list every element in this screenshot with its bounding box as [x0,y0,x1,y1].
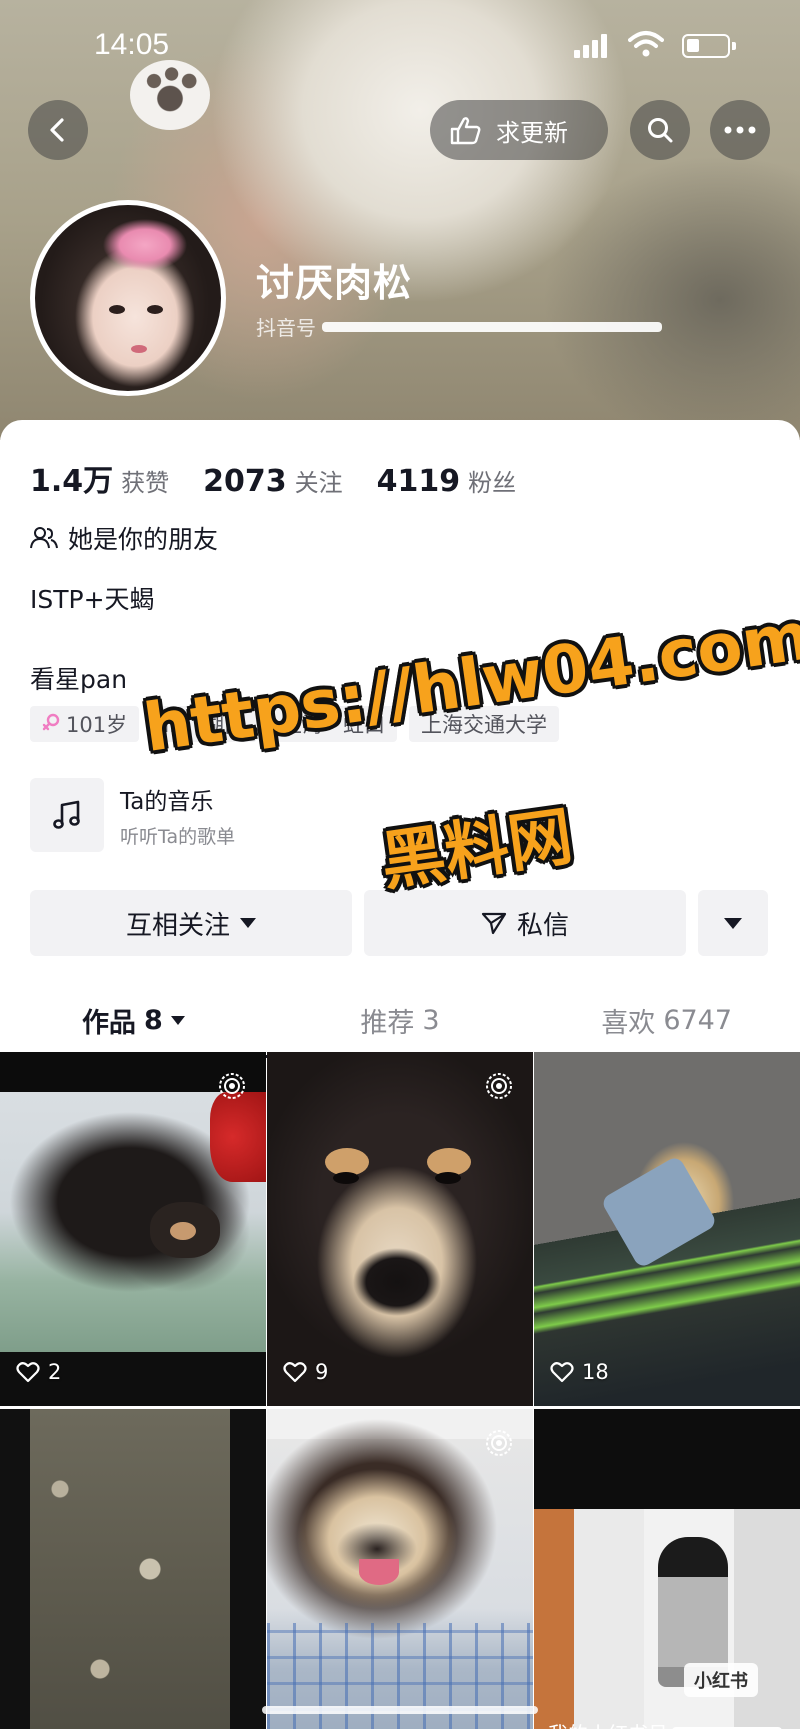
tab-label: 喜欢 [601,1007,656,1039]
tag-text: 上海 · 虹口 [280,713,385,737]
stat-value: 2073 [203,464,287,499]
live-photo-icon [486,1073,512,1099]
music-subtitle: 听听Ta的歌单 [120,825,236,848]
female-icon [42,713,60,731]
account-id-prefix: 抖音号 [256,316,316,340]
music-title: Ta的音乐 [120,788,214,815]
tag-text: 上海交通大学 [420,713,547,737]
tag-text: 101岁 [66,713,128,737]
music-entry[interactable]: Ta的音乐 听听Ta的歌单 [30,778,235,852]
triangle-down-icon [240,918,256,928]
message-label: 私信 [516,910,569,941]
status-bar: 14:05 [0,0,800,90]
video-grid: 2 9 18 小红书 我的小红书号 [0,1052,800,1729]
heart-icon [550,1362,574,1383]
tag-text: IP：湖南 [163,713,245,737]
home-indicator[interactable] [262,1706,538,1714]
stat-following[interactable]: 2073 关注 [203,463,343,499]
message-button[interactable]: 私信 [364,890,686,956]
video-thumbnail[interactable]: 小红书 我的小红书号 [534,1409,800,1729]
tag-location: 上海 · 虹口 [268,706,397,742]
mutual-follow-button[interactable]: 互相关注 [30,890,352,956]
video-thumbnail[interactable]: 9 [267,1052,533,1406]
stat-followers[interactable]: 4119 粉丝 [377,463,517,499]
video-thumbnail[interactable]: 2 [0,1052,266,1406]
search-button[interactable] [630,100,690,160]
video-thumbnail[interactable] [267,1409,533,1729]
video-thumbnail[interactable]: 18 [534,1052,800,1406]
stat-label: 粉丝 [468,469,517,497]
tab-label: 推荐 [360,1007,415,1039]
live-photo-icon [219,1073,245,1099]
video-likes: 2 [16,1360,61,1384]
stat-label: 关注 [294,469,343,497]
profile-tags: 101岁 IP：湖南 上海 · 虹口 上海交通大学 [30,706,559,742]
live-photo-icon [486,1430,512,1456]
tab-works[interactable]: 作品 8 [0,988,267,1058]
heart-icon [16,1362,40,1383]
triangle-down-icon [724,917,742,929]
triangle-down-icon [170,1015,185,1025]
more-dots-icon [724,126,756,134]
tag-ip: IP：湖南 [151,706,257,742]
more-button[interactable] [710,100,770,160]
profile-nickname: 讨厌肉松 [256,261,413,305]
search-icon [648,118,673,143]
bio-line-2: 看星pan [30,665,128,694]
friend-relation: 她是你的朋友 [30,520,218,556]
friends-icon [30,527,58,549]
request-update-label: 求更新 [496,118,568,147]
mutual-follow-label: 互相关注 [125,910,230,941]
bio-line-1: ISTP+天蝎 [30,585,155,614]
hand-point-icon [450,117,481,145]
request-update-button[interactable]: 求更新 [430,100,608,160]
video-thumbnail[interactable] [0,1409,266,1729]
heart-icon [283,1362,307,1383]
video-likes: 18 [550,1360,609,1384]
account-id-row: 抖音号 [256,312,662,341]
tab-count: 6747 [663,1004,733,1036]
video-likes: 9 [283,1360,328,1384]
stat-likes[interactable]: 1.4万 获赞 [30,456,169,500]
tab-count: 8 [143,1004,163,1036]
tab-liked[interactable]: 喜欢 6747 [533,988,800,1052]
send-icon [481,912,507,935]
video-like-count: 18 [582,1360,609,1384]
music-note-icon [30,778,104,852]
status-time: 14:05 [94,28,170,61]
wifi-icon [628,31,664,57]
stat-value: 1.4万 [30,464,114,499]
xiaohongshu-badge: 小红书 [684,1663,758,1697]
video-caption: 我的小红书号 [548,1718,782,1729]
tab-count: 3 [422,1004,440,1036]
stat-value: 4119 [376,464,461,499]
back-arrow-icon [50,118,64,142]
battery-icon [682,34,736,58]
profile-actions: 互相关注 私信 [30,890,768,956]
video-like-count: 9 [315,1360,329,1384]
tag-age: 101岁 [30,706,140,742]
tab-recommended[interactable]: 推荐 3 [267,988,534,1052]
stat-label: 获赞 [121,469,170,497]
account-id-redaction [322,321,662,332]
avatar[interactable] [30,200,226,396]
signal-icon [574,34,610,58]
more-actions-button[interactable] [698,890,768,956]
tab-label: 作品 [81,1007,136,1039]
video-like-count: 2 [48,1360,62,1384]
friend-relation-text: 她是你的朋友 [68,525,219,554]
music-text: Ta的音乐 听听Ta的歌单 [120,782,235,849]
tag-school[interactable]: 上海交通大学 [408,706,559,742]
back-button[interactable] [28,100,88,160]
profile-stats: 1.4万 获赞 2073 关注 4119 粉丝 [30,456,516,500]
video-caption-text: 我的小红书号 [548,1718,668,1729]
content-tabs: 作品 8 推荐 3 喜欢 6747 [0,988,800,1058]
